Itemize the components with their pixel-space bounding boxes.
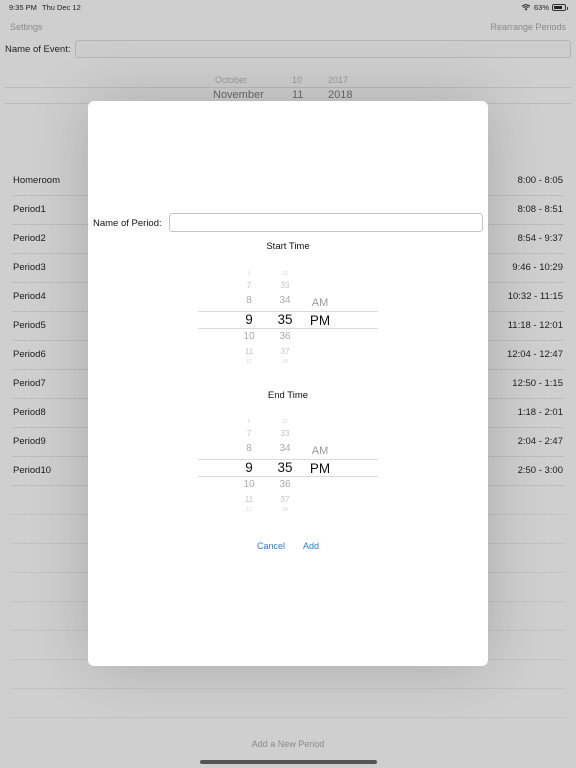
- period-time: 9:46 - 10:29: [512, 262, 563, 273]
- date-day-prev: 10: [292, 75, 303, 85]
- empty-row: [12, 689, 564, 718]
- period-name: Period9: [13, 436, 46, 447]
- period-time: 8:54 - 9:37: [517, 233, 563, 244]
- picker-ampm-option[interactable]: PM: [306, 461, 334, 476]
- picker-minute-option[interactable]: 37: [270, 495, 300, 504]
- picker-minute-option[interactable]: 38: [270, 359, 300, 365]
- date-month-selected: November: [213, 89, 264, 101]
- settings-button[interactable]: Settings: [10, 22, 43, 32]
- picker-minute-option[interactable]: 35: [270, 312, 300, 327]
- period-name: Period5: [13, 320, 46, 331]
- picker-hour-option[interactable]: 7: [234, 281, 264, 290]
- rearrange-periods-button[interactable]: Rearrange Periods: [490, 22, 566, 32]
- end-time-title: End Time: [267, 390, 309, 401]
- picker-hour-option[interactable]: 11: [234, 495, 264, 504]
- picker-minute-option[interactable]: 33: [270, 429, 300, 438]
- start-time-picker[interactable]: 6 7 8 9 10 11 12 32 33 34 35 36 37 38 AM PM: [198, 271, 378, 367]
- picker-hour-option[interactable]: 11: [234, 347, 264, 356]
- picker-hour-option[interactable]: 9: [234, 312, 264, 327]
- period-name: Homeroom: [13, 175, 60, 186]
- status-right: 63%: [521, 3, 568, 12]
- period-name-input[interactable]: [169, 213, 483, 232]
- picker-hour-option[interactable]: 10: [234, 331, 264, 342]
- period-time: 11:18 - 12:01: [507, 320, 563, 331]
- start-time-title: Start Time: [266, 241, 310, 252]
- period-time: 10:32 - 11:15: [507, 291, 563, 302]
- picker-hour-option[interactable]: 9: [234, 460, 264, 475]
- period-name: Period4: [13, 291, 46, 302]
- add-button[interactable]: Add: [303, 541, 319, 551]
- battery-fill: [554, 6, 562, 9]
- picker-minute-option[interactable]: 35: [270, 460, 300, 475]
- picker-hour-option[interactable]: 12: [234, 507, 264, 513]
- period-name: Period3: [13, 262, 46, 273]
- add-new-period-button[interactable]: Add a New Period: [0, 739, 576, 749]
- battery-percent: 63%: [533, 3, 549, 12]
- event-name-label: Name of Event:: [5, 44, 71, 55]
- period-time: 12:04 - 12:47: [507, 349, 563, 360]
- period-name: Period2: [13, 233, 46, 244]
- period-name: Period7: [13, 378, 46, 389]
- period-name: Period1: [13, 204, 46, 215]
- period-name: Period8: [13, 407, 46, 418]
- date-month-prev: October: [215, 75, 248, 85]
- picker-minute-option[interactable]: 36: [270, 479, 300, 490]
- status-time: 9:35 PM: [9, 3, 37, 12]
- period-time: 1:18 - 2:01: [517, 407, 563, 418]
- picker-minute-option[interactable]: 34: [270, 443, 300, 454]
- picker-hour-option[interactable]: 8: [234, 443, 264, 454]
- picker-minute-option[interactable]: 32: [270, 271, 300, 277]
- picker-hour-option[interactable]: 12: [234, 359, 264, 365]
- picker-hour-option[interactable]: 8: [234, 295, 264, 306]
- date-year-prev: 2017: [328, 75, 349, 85]
- period-time: 2:50 - 3:00: [517, 465, 563, 476]
- picker-ampm-option[interactable]: PM: [306, 313, 334, 328]
- date-day-selected: 11: [292, 89, 304, 101]
- period-name: Period10: [13, 465, 52, 476]
- picker-minute-option[interactable]: 38: [270, 507, 300, 513]
- picker-hour-option[interactable]: 6: [234, 271, 264, 277]
- picker-minute-option[interactable]: 33: [270, 281, 300, 290]
- event-name-input[interactable]: [75, 40, 571, 58]
- end-time-picker[interactable]: 6 7 8 9 10 11 12 32 33 34 35 36 37 38 AM PM: [198, 419, 378, 515]
- picker-hour-option[interactable]: 10: [234, 479, 264, 490]
- date-year-selected: 2018: [328, 89, 353, 101]
- picker-hour-option[interactable]: 6: [234, 419, 264, 425]
- period-name-label: Name of Period:: [93, 218, 162, 229]
- picker-minute-option[interactable]: 34: [270, 295, 300, 306]
- picker-minute-option[interactable]: 36: [270, 331, 300, 342]
- picker-minute-option[interactable]: 32: [270, 419, 300, 425]
- picker-minute-option[interactable]: 37: [270, 347, 300, 356]
- picker-ampm-option[interactable]: AM: [306, 297, 334, 309]
- period-time: 2:04 - 2:47: [517, 436, 563, 447]
- date-picker-divider: [5, 87, 571, 88]
- period-time: 8:00 - 8:05: [517, 175, 563, 186]
- cancel-button[interactable]: Cancel: [257, 541, 285, 551]
- status-date: Thu Dec 12: [42, 3, 81, 12]
- picker-hour-option[interactable]: 7: [234, 429, 264, 438]
- add-period-modal: Name of Period: Start Time 6 7 8 9 10 11 12 32 3…: [88, 101, 488, 666]
- period-time: 8:08 - 8:51: [517, 204, 563, 215]
- home-indicator: [200, 760, 377, 764]
- wifi-icon: [521, 4, 531, 11]
- status-bar: 9:35 PM Thu Dec 12 63%: [0, 0, 576, 14]
- period-name: Period6: [13, 349, 46, 360]
- period-time: 12:50 - 1:15: [512, 378, 563, 389]
- battery-icon: [552, 4, 568, 11]
- picker-ampm-option[interactable]: AM: [306, 445, 334, 457]
